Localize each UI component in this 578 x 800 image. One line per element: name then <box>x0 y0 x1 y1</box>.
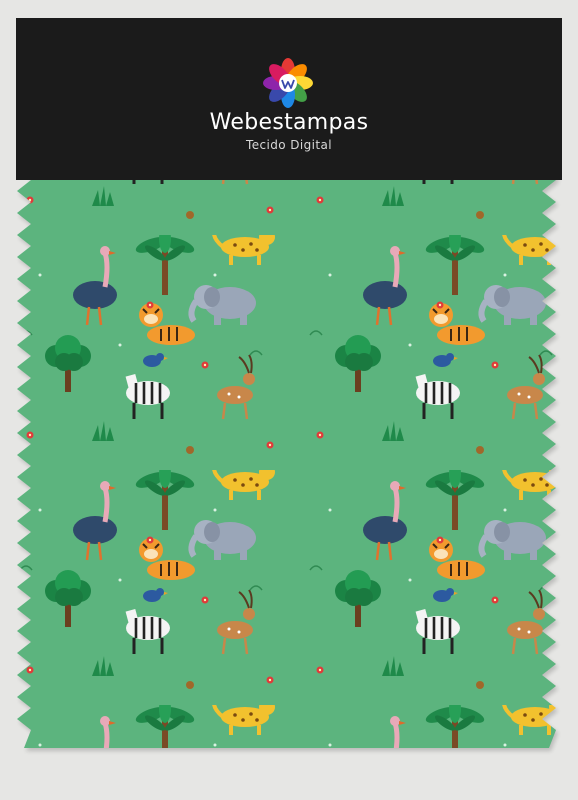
brand-subtitle: Tecido Digital <box>246 138 332 152</box>
fabric-print <box>17 168 556 748</box>
brand-name: Webestampas <box>209 110 369 135</box>
fabric-swatch-card: Webestampas Tecido Digital <box>0 0 578 800</box>
rainbow-flower-w-logo-icon <box>263 58 313 108</box>
